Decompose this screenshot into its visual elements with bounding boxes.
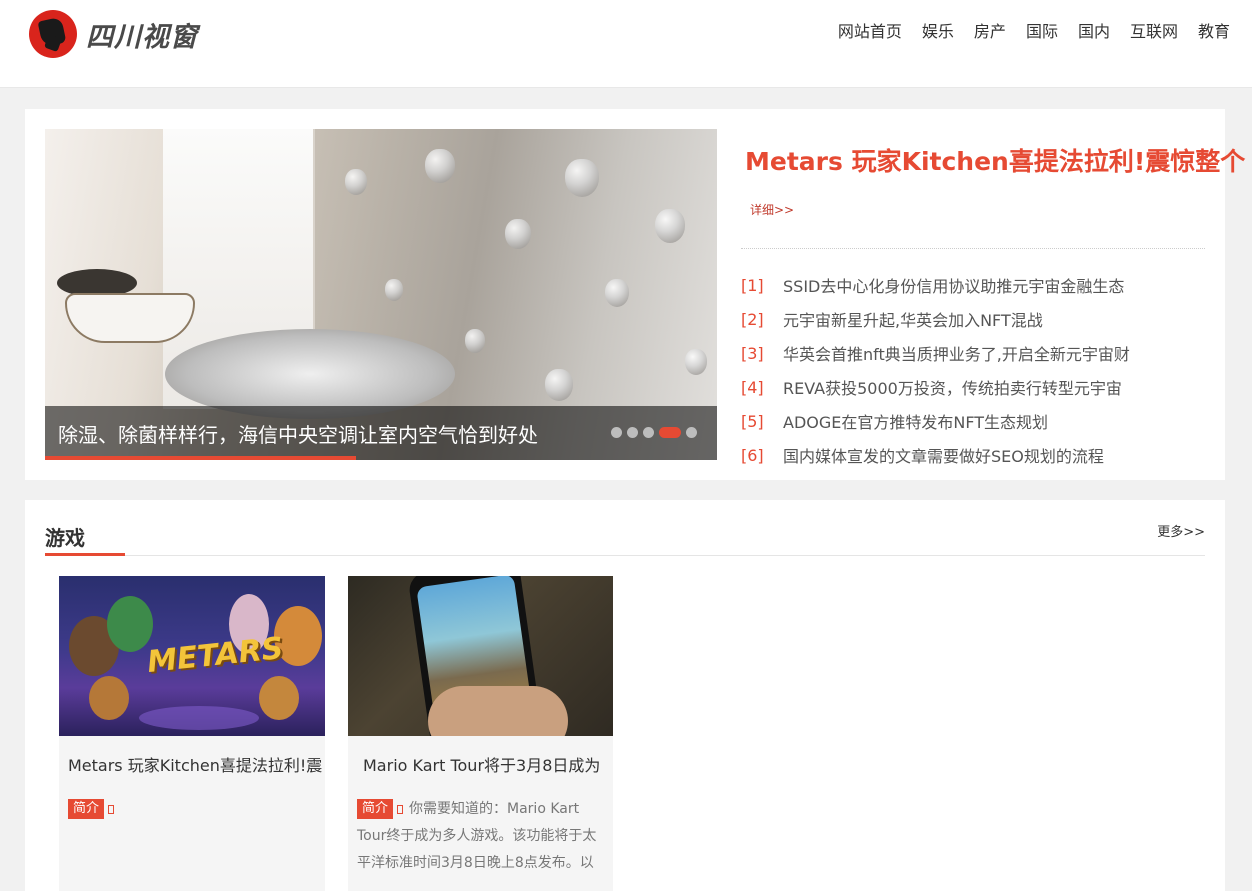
featured-panel: 除湿、除菌样样行，海信中央空调让室内空气恰到好处 Metars 玩家Kitche… [25,109,1245,480]
list-item-number: [1] [741,275,764,295]
list-item-number: [3] [741,343,764,363]
section-title: 游戏 [45,526,85,550]
missing-glyph-icon [108,804,115,814]
slider-dots [606,427,697,438]
slide-decor [465,329,485,353]
list-item-title[interactable]: REVA获投5000万投资，传统拍卖行转型元宇宙 [783,375,1122,399]
list-item-title[interactable]: 华英会首推nft典当质押业务了,开启全新元宇宙财 [783,341,1130,365]
list-item[interactable]: [5] ADOGE在官方推特发布NFT生态规划 [741,404,1130,438]
missing-glyph-icon [397,804,404,814]
article-title[interactable]: Metars 玩家Kitchen喜提法拉利!震 [68,752,322,776]
slide-decor [655,209,685,243]
nav-item-domestic[interactable]: 国内 [1078,18,1110,42]
thumbnail-decor [139,706,259,730]
thumbnail-decor [259,676,299,720]
list-item[interactable]: [6] 国内媒体宣发的文章需要做好SEO规划的流程 [741,438,1130,472]
summary-tag: 简介 [357,799,394,819]
nav-item-entertainment[interactable]: 娱乐 [922,18,954,42]
featured-headline[interactable]: Metars 玩家Kitchen喜提法拉利!震惊整个 [745,142,1245,178]
slide-decor [385,279,403,301]
main-nav: 网站首页 娱乐 房产 国际 国内 互联网 教育 [818,18,1230,42]
nav-item-education[interactable]: 教育 [1198,18,1230,42]
slide-decor [685,349,707,375]
slider-dot[interactable] [627,427,638,438]
slide-decor [65,293,195,343]
slide-decor [505,219,531,249]
slide-decor [605,279,629,307]
thumbnail-decor [89,676,129,720]
article-card[interactable]: METARS Metars 玩家Kitchen喜提法拉利!震 简介 [59,576,325,891]
article-thumbnail[interactable] [348,576,613,736]
article-thumbnail[interactable]: METARS [59,576,325,736]
detail-link[interactable]: 详细>> [750,201,794,218]
list-item-title[interactable]: ADOGE在官方推特发布NFT生态规划 [783,409,1048,433]
thumbnail-decor [428,686,568,736]
logo-icon [29,10,77,58]
list-item-number: [4] [741,377,764,397]
list-item-number: [5] [741,411,764,431]
slider-progress-bar [45,456,356,460]
more-link[interactable]: 更多>> [1157,521,1205,540]
list-item[interactable]: [1] SSID去中心化身份信用协议助推元宇宙金融生态 [741,268,1130,302]
games-section: 游戏 更多>> METARS Metars 玩家Kitchen喜提法拉利!震 简… [25,500,1225,891]
list-item-title[interactable]: 国内媒体宣发的文章需要做好SEO规划的流程 [783,443,1104,467]
slide-decor [545,369,573,401]
nav-item-internet[interactable]: 互联网 [1130,18,1178,42]
slider-dot[interactable] [643,427,654,438]
site-logo[interactable]: 四川视窗 [29,10,198,58]
nav-item-realestate[interactable]: 房产 [974,18,1006,42]
slide-decor [345,169,367,195]
slider-dot[interactable] [686,427,697,438]
article-card[interactable]: Mario Kart Tour将于3月8日成为 简介 你需要知道的：Mario K… [348,576,613,891]
logo-text: 四川视窗 [86,21,198,53]
divider [741,248,1205,249]
list-item-number: [2] [741,309,764,329]
list-item-number: [6] [741,445,764,465]
nav-item-home[interactable]: 网站首页 [838,18,902,42]
list-item[interactable]: [2] 元宇宙新星升起,华英会加入NFT混战 [741,302,1130,336]
section-title-accent [45,553,125,556]
news-list: [1] SSID去中心化身份信用协议助推元宇宙金融生态 [2] 元宇宙新星升起,华英… [741,268,1130,472]
thumbnail-logo: METARS [145,630,285,681]
slide-decor [565,159,599,197]
list-item[interactable]: [4] REVA获投5000万投资，传统拍卖行转型元宇宙 [741,370,1130,404]
site-header: 四川视窗 网站首页 娱乐 房产 国际 国内 互联网 教育 [0,0,1252,88]
list-item-title[interactable]: SSID去中心化身份信用协议助推元宇宙金融生态 [783,273,1124,297]
article-summary: 简介 你需要知道的：Mario Kart Tour终于成为多人游戏。该功能将于太平… [357,796,603,877]
thumbnail-decor [107,596,153,652]
image-slider[interactable]: 除湿、除菌样样行，海信中央空调让室内空气恰到好处 [45,129,717,460]
summary-tag: 简介 [68,799,105,819]
nav-item-international[interactable]: 国际 [1026,18,1058,42]
slide-caption[interactable]: 除湿、除菌样样行，海信中央空调让室内空气恰到好处 [58,419,538,448]
article-title[interactable]: Mario Kart Tour将于3月8日成为 [363,752,600,776]
article-summary: 简介 [68,796,314,823]
list-item[interactable]: [3] 华英会首推nft典当质押业务了,开启全新元宇宙财 [741,336,1130,370]
divider [45,555,1205,556]
slider-caption-bar: 除湿、除菌样样行，海信中央空调让室内空气恰到好处 [45,406,717,460]
slide-decor [425,149,455,183]
list-item-title[interactable]: 元宇宙新星升起,华英会加入NFT混战 [783,307,1043,331]
slider-dot[interactable] [611,427,622,438]
slider-dot-active[interactable] [659,427,681,438]
